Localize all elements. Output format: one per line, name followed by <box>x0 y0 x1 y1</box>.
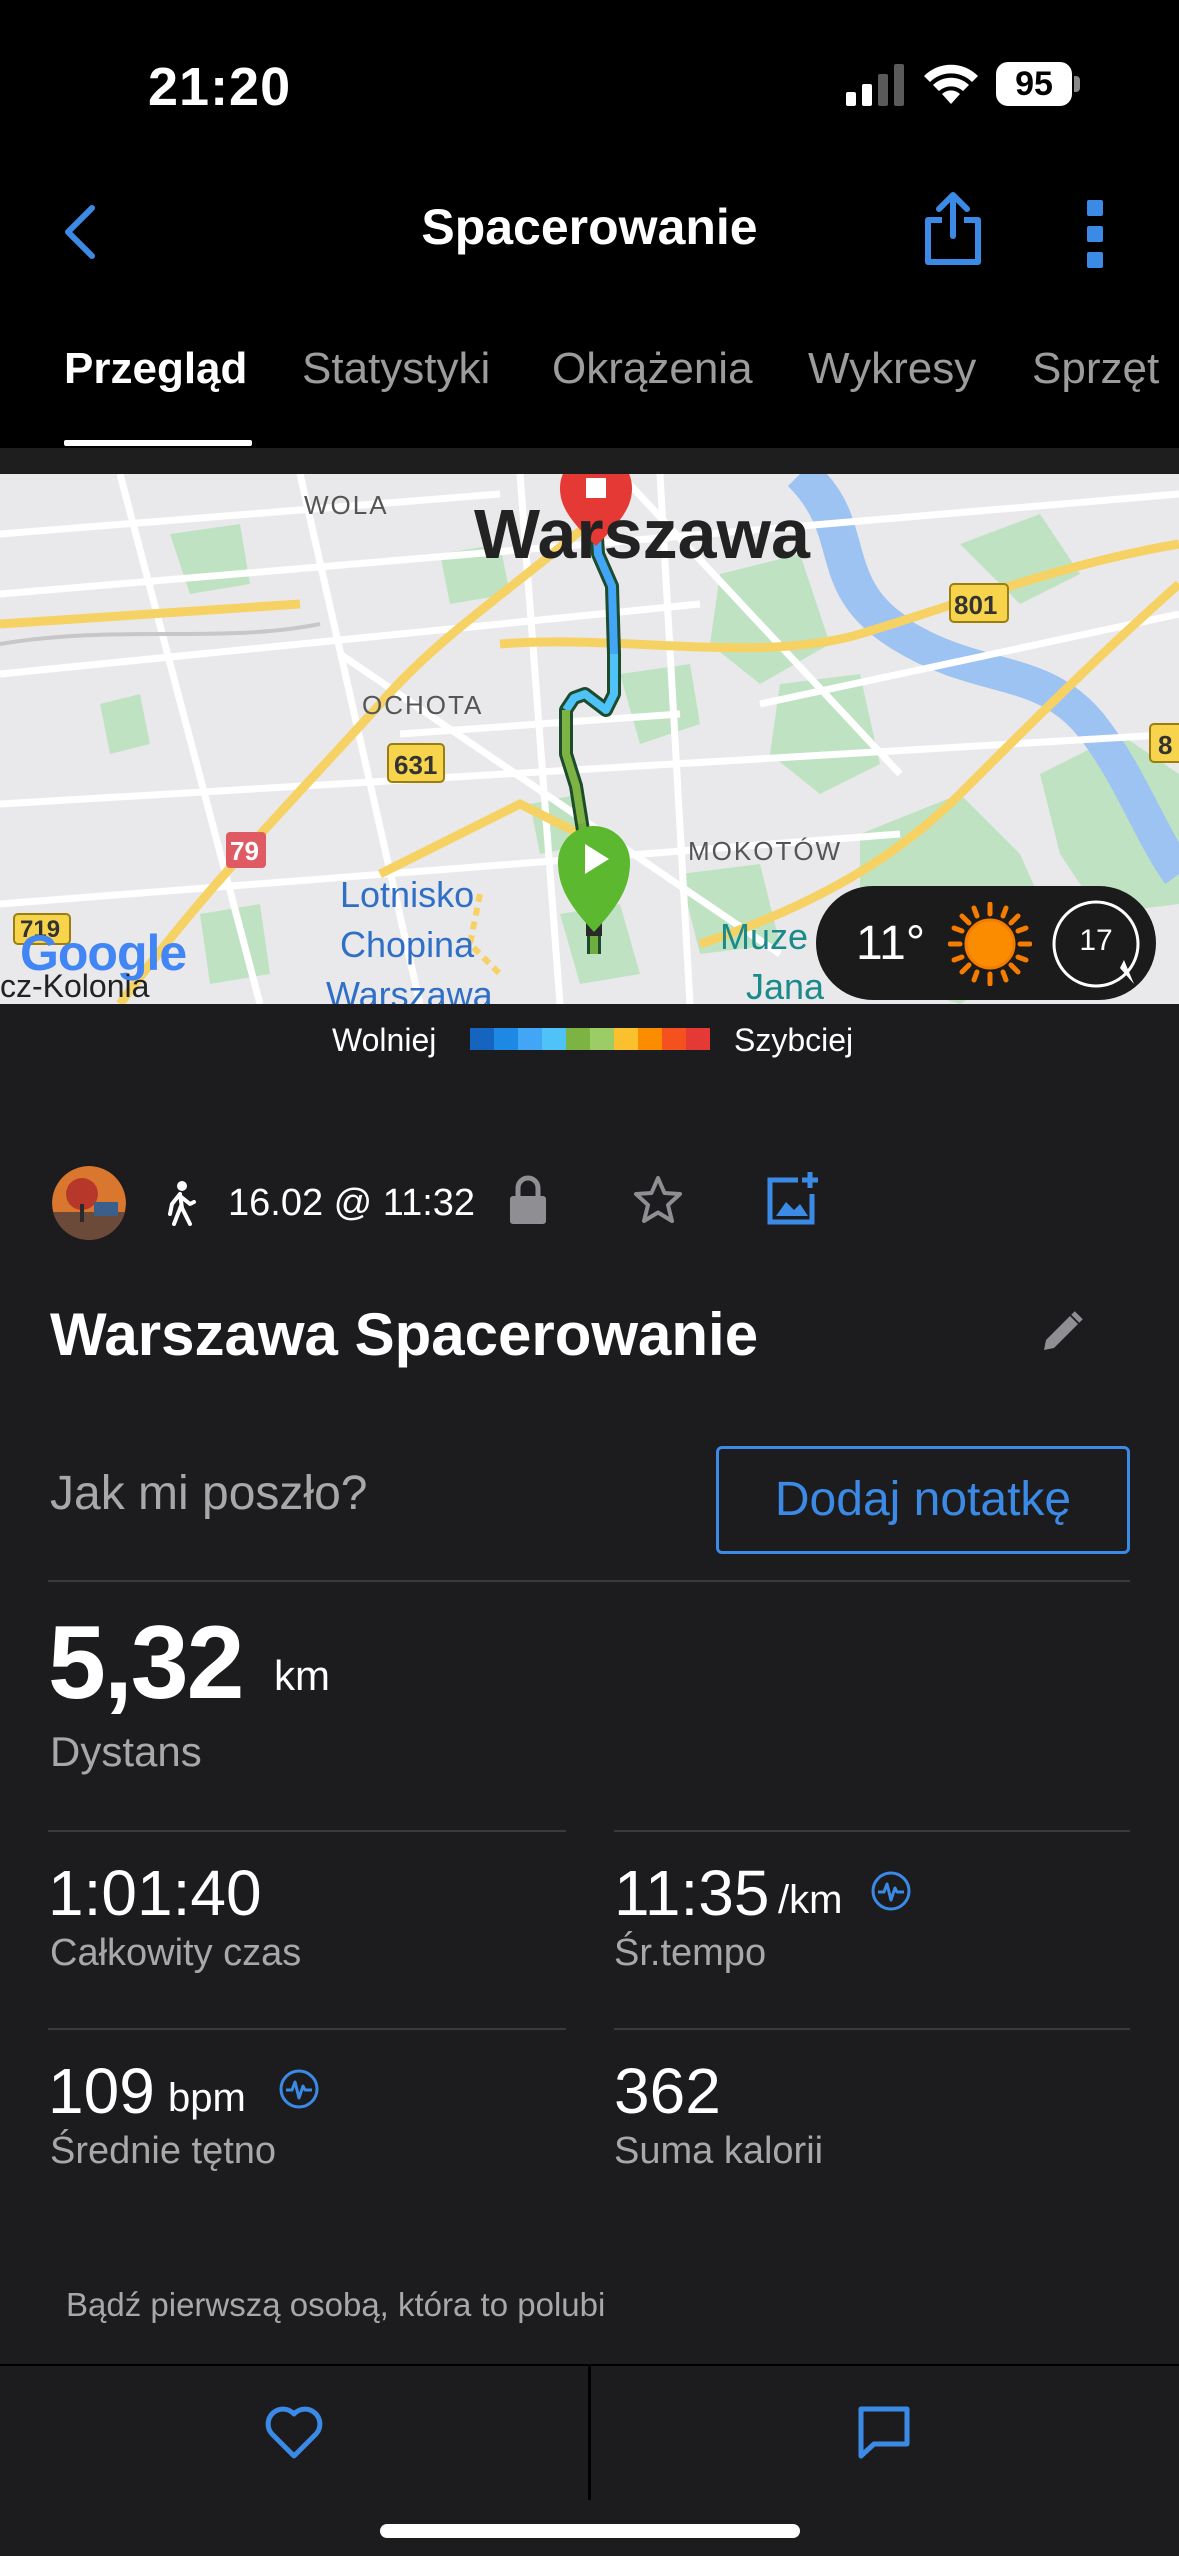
map-label-city: Warszawa <box>474 495 810 573</box>
map-label-airport: Lotnisko Chopina Warszawa <box>326 870 493 1004</box>
nav-bar: Spacerowanie <box>0 160 1179 300</box>
total-time-value: 1:01:40 <box>48 1857 262 1929</box>
map-label-airport-line3: Warszawa <box>326 974 493 1004</box>
avg-pace-unit: /km <box>778 1878 843 1922</box>
legend-color-segment <box>614 1028 638 1050</box>
road-label-631: 631 <box>394 750 438 780</box>
activity-overview: 16.02 @ 11:32 Warszawa Spacerowanie Jak … <box>0 1074 1179 2364</box>
weather-temperature: 11° <box>856 917 926 970</box>
map-label-airport-line1: Lotnisko <box>340 874 475 915</box>
share-icon[interactable] <box>920 190 986 266</box>
avg-pace-label: Śr.tempo <box>614 1932 767 1974</box>
map-label-mokotow: MOKOTÓW <box>688 836 843 866</box>
legend-slow-label: Wolniej <box>332 1022 437 1058</box>
weather-badge: 11° 17 <box>816 886 1156 1000</box>
legend-color-segment <box>542 1028 566 1050</box>
calories-value: 362 <box>614 2055 721 2127</box>
tab-bar: Przegląd Statystyki Okrążenia Wykresy Sp… <box>0 300 1179 448</box>
battery-level: 95 <box>996 62 1072 106</box>
calories-label: Suma kalorii <box>614 2130 824 2172</box>
distance-label: Dystans <box>50 1728 202 1775</box>
legend-color-segment <box>686 1028 710 1050</box>
battery-icon: 95 <box>996 62 1080 106</box>
total-time-label: Całkowity czas <box>50 1932 302 1974</box>
map-label-museum: Muze Jana <box>720 912 824 1004</box>
legend-color-segment <box>470 1028 494 1050</box>
home-indicator <box>380 2524 800 2538</box>
active-tab-indicator <box>64 440 252 446</box>
activity-title: Warszawa Spacerowanie <box>50 1301 759 1368</box>
avg-hr-value: 109 <box>48 2055 155 2127</box>
divider <box>614 1830 1130 1832</box>
map-label-wola: WOLA <box>304 490 389 520</box>
distance-value: 5,32 <box>48 1605 244 1721</box>
bottom-bar-divider <box>588 2364 591 2500</box>
add-photo-icon[interactable] <box>764 1170 820 1226</box>
edit-pencil-icon[interactable] <box>1040 1310 1084 1354</box>
divider <box>614 2028 1130 2030</box>
map-label-museum-line2: Jana <box>746 966 825 1004</box>
avatar[interactable] <box>52 1166 126 1240</box>
tab-sprzet[interactable]: Sprzęt <box>1032 344 1159 394</box>
map-label-kolonia: cz-Kolonia <box>0 968 150 1004</box>
road-label-8: 8 <box>1158 730 1173 760</box>
tabs-separator <box>0 448 1179 474</box>
divider <box>48 2028 566 2030</box>
star-icon[interactable] <box>632 1174 684 1226</box>
add-note-button[interactable]: Dodaj notatkę <box>716 1446 1130 1554</box>
legend-fast-label: Szybciej <box>734 1022 854 1058</box>
divider <box>48 1830 566 1832</box>
road-label-79: 79 <box>230 836 259 866</box>
likes-prompt: Bądź pierwszą osobą, która to polubi <box>66 2286 606 2323</box>
legend-color-segment <box>638 1028 662 1050</box>
avg-hr-label: Średnie tętno <box>50 2130 277 2172</box>
legend-color-segment <box>566 1028 590 1050</box>
status-bar: 21:20 95 <box>0 0 1179 160</box>
pace-legend: Wolniej Szybciej <box>0 1004 1179 1074</box>
map-label-airport-line2: Chopina <box>340 924 475 965</box>
distance-unit: km <box>274 1652 330 1699</box>
tab-statystyki[interactable]: Statystyki <box>302 344 490 394</box>
avg-pace-value: 11:35 <box>614 1857 770 1929</box>
heart-rate-source-icon[interactable] <box>870 1870 912 1912</box>
tab-przeglad[interactable]: Przegląd <box>64 344 247 394</box>
tab-okrazenia[interactable]: Okrążenia <box>552 344 753 394</box>
battery-tip <box>1074 76 1080 92</box>
map-label-museum-line1: Muze <box>720 916 809 957</box>
legend-color-segment <box>494 1028 518 1050</box>
more-vertical-icon[interactable] <box>1084 196 1108 272</box>
status-time: 21:20 <box>148 57 292 117</box>
heart-rate-source-icon[interactable] <box>278 2068 320 2110</box>
map-label-ochota: OCHOTA <box>362 690 484 720</box>
legend-color-segment <box>590 1028 614 1050</box>
legend-color-segment <box>662 1028 686 1050</box>
activity-date: 16.02 @ 11:32 <box>228 1182 476 1224</box>
heart-like-icon[interactable] <box>264 2404 324 2460</box>
tab-wykresy[interactable]: Wykresy <box>808 344 976 394</box>
legend-color-segment <box>518 1028 542 1050</box>
how-did-it-go-label: Jak mi poszło? <box>50 1467 368 1520</box>
page-title: Spacerowanie <box>421 199 758 255</box>
route-map[interactable]: WOLA Warszawa OCHOTA MOKOTÓW Lotnisko Ch… <box>0 474 1179 1004</box>
legend-color-bar <box>470 1028 710 1050</box>
divider <box>48 1580 1130 1582</box>
wind-speed: 17 <box>1079 924 1113 957</box>
lock-icon[interactable] <box>508 1174 548 1226</box>
wifi-icon <box>924 64 978 104</box>
road-label-801: 801 <box>954 590 998 620</box>
cellular-signal-icon <box>846 64 904 106</box>
sun-icon <box>948 902 1032 986</box>
avg-hr-unit: bpm <box>168 2076 246 2120</box>
bottom-action-bar <box>0 2364 1179 2556</box>
comment-icon[interactable] <box>856 2404 912 2460</box>
walking-icon <box>168 1181 196 1226</box>
